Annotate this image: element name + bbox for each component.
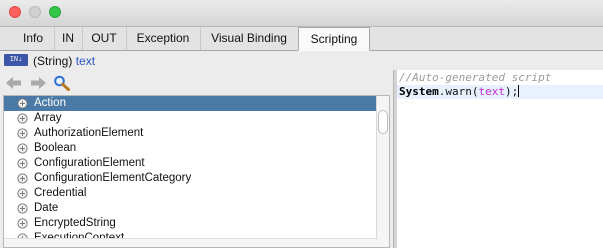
type-browser-pane: Action Array AuthorizationElement Boolea… [0,71,393,248]
list-item-label: Array [34,112,62,124]
type-icon [17,218,28,229]
scroll-thumb[interactable] [378,110,388,134]
type-icon [17,98,28,109]
tab-out[interactable]: OUT [82,27,127,50]
type-list[interactable]: Action Array AuthorizationElement Boolea… [3,95,390,248]
tab-visual-binding[interactable]: Visual Binding [200,27,298,50]
list-item[interactable]: ConfigurationElement [4,156,378,171]
text-caret [518,85,520,97]
code-end: ); [505,85,519,98]
list-item-label: ConfigurationElement [34,157,145,169]
list-item-label: Date [34,202,59,214]
in-parameter-icon: IN⇣ [4,54,28,66]
list-item[interactable]: Credential [4,186,378,201]
tab-scripting[interactable]: Scripting [298,27,370,51]
maximize-window-button[interactable] [49,6,61,18]
vertical-scrollbar[interactable] [376,96,389,247]
tab-in[interactable]: IN [54,27,83,50]
code-line-active[interactable]: System.warn(text); [397,85,603,99]
tab-info[interactable]: Info [12,27,55,50]
type-icon [17,128,28,139]
title-bar [0,0,603,27]
list-item[interactable]: ConfigurationElementCategory [4,171,378,186]
tab-bar: Info IN OUT Exception Visual Binding Scr… [0,27,603,51]
type-icon [17,143,28,154]
search-icon[interactable] [53,75,71,91]
list-item-label: Action [34,97,66,109]
back-arrow-icon[interactable] [5,75,23,91]
type-icon [17,173,28,184]
list-item-label: Boolean [34,142,77,154]
parameter-row: IN⇣ (String) text [0,51,603,70]
list-item[interactable]: Action [4,96,378,111]
minimize-window-button[interactable] [29,6,41,18]
type-icon [17,113,28,124]
tab-exception[interactable]: Exception [126,27,201,50]
parameter-label: (String) text [33,54,95,68]
close-window-button[interactable] [9,6,21,18]
parameter-name[interactable]: text [76,54,95,68]
code-argument: text [478,85,506,98]
horizontal-scrollbar[interactable] [4,238,378,247]
code-method: .warn( [438,85,479,98]
type-icon [17,158,28,169]
type-icon [17,203,28,214]
script-editor[interactable]: //Auto-generated script System.warn(text… [397,70,603,248]
list-item-label: Credential [34,187,87,199]
list-item[interactable]: Boolean [4,141,378,156]
code-object: System [399,85,439,98]
forward-arrow-icon[interactable] [29,75,47,91]
list-item[interactable]: EncryptedString [4,216,378,231]
list-item-label: EncryptedString [34,217,116,229]
parameter-type: (String) [33,54,73,68]
list-item[interactable]: Date [4,201,378,216]
type-icon [17,188,28,199]
list-item[interactable]: Array [4,111,378,126]
list-item[interactable]: AuthorizationElement [4,126,378,141]
list-item-label: AuthorizationElement [34,127,144,139]
list-item-label: ConfigurationElementCategory [34,172,192,184]
code-comment: //Auto-generated script [399,71,552,84]
